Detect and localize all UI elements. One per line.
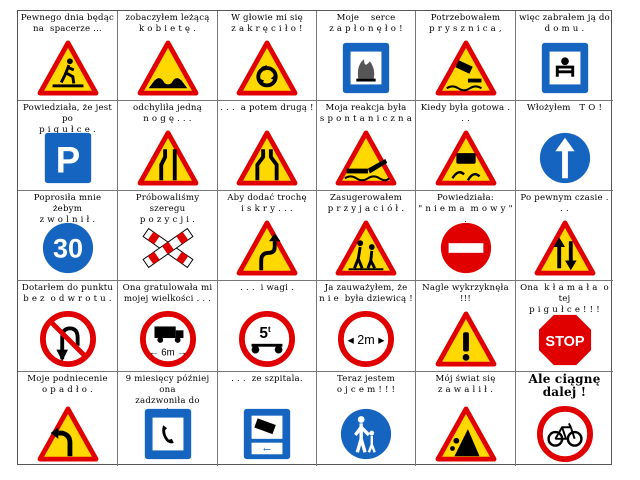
caption: Aby dodać trochę i s k r y . . . [227, 193, 307, 214]
two-way-traffic-sign [533, 220, 597, 276]
sign-cell: Nagle wykrzyknęła !!! [416, 281, 516, 372]
caption: Mój świat się z a w a l i ł . [435, 374, 496, 395]
width-limit-sign: ◂ 2m ▸ [334, 311, 398, 367]
svg-text:STOP: STOP [545, 334, 584, 350]
sign-cell: Pewnego dnia będąc na spacerze ... [18, 11, 118, 101]
car-into-water-sign [434, 40, 498, 96]
no-bicycles-sign [533, 406, 597, 462]
caption: więc zabrałem ją do d o m u . [519, 13, 610, 34]
sign-cell: odchyliła jedną n o g ę . . . [118, 101, 218, 191]
sign-cell: Kiedy była gotowa . . . [416, 101, 516, 191]
caption: . . . ze szpitala. [231, 374, 303, 384]
minimum-speed-30-sign: 30 [36, 220, 100, 276]
svg-text:←: ← [263, 444, 271, 455]
sign-cell: Dotarłem do punktu b e z o d w r o t u . [18, 281, 118, 372]
ahead-only-sign [533, 130, 597, 186]
axle-weight-limit-sign: 5t [235, 311, 299, 367]
road-narrows-right-sign [136, 130, 200, 186]
road-narrows-both-sign [235, 130, 299, 186]
hotel-sign [533, 40, 597, 96]
sign-cell: Ale ciągnę dalej ! [516, 372, 613, 466]
caption: Po pewnym czasie . . . [520, 193, 612, 214]
sign-cell: więc zabrałem ją do d o m u . [516, 11, 613, 101]
sign-cell: 9 miesięcy później ona zadzwoniła do mni… [118, 372, 218, 466]
pedestrian-warning-sign [36, 40, 100, 96]
signs-grid: Pewnego dnia będąc na spacerze ... zobacz… [17, 10, 613, 466]
drawbridge-sign [334, 130, 398, 186]
sign-cell: zobaczyłem leżącą k o b i e t ę . [118, 11, 218, 101]
caption: Dotarłem do punktu b e z o d w r o t u . [21, 283, 114, 304]
stop-sign: STOP [533, 311, 597, 367]
caption: Ale ciągnę dalej ! [528, 372, 605, 399]
children-crossing-sign [334, 220, 398, 276]
parking-sign: P [36, 130, 100, 186]
sign-cell: Moje serce z a p ł o n ę ł o ! [317, 11, 416, 101]
sign-cell: Po pewnym czasie . . . [516, 191, 613, 281]
caption: . . . a potem drugą ! [220, 103, 314, 113]
vehicle-length-limit-sign: ← 6m → [136, 311, 200, 367]
caption: W głowie mi się z a k r ę c i ł o ! [231, 13, 303, 34]
caption: Włożyłem T O ! [526, 103, 603, 113]
sign-cell: Teraz jestem o j c e m ! ! ! [317, 372, 416, 466]
caption: Moje podniecenie o p a d ł o . [27, 374, 108, 395]
no-entry-sign [434, 220, 498, 276]
caption: Ona gratulowała mi mojej wielkości . . . [122, 283, 213, 304]
svg-text:P: P [55, 139, 79, 180]
sign-cell: Moja reakcja była s p o n t a n i c z n … [317, 101, 416, 191]
double-bend-sign [235, 220, 299, 276]
railway-crossing-sign [136, 220, 200, 276]
sign-cell: . . . i wagi . 5t [218, 281, 317, 372]
sign-cell: Próbowaliśmy szeregu p o z y c j i . [118, 191, 218, 281]
sign-cell: Ona k ł a m a ł a o tej p i g u ł c e ! … [516, 281, 613, 372]
ambulance-sign: ← [235, 406, 299, 462]
sign-cell: Potrzebowałem p r y s z n i c a , [416, 11, 516, 101]
sign-cell: Powiedziała: " n i e m a m o w y " . [416, 191, 516, 281]
sign-cell: Zasugerowałem p r z y j a c i ó ł . [317, 191, 416, 281]
svg-text:30: 30 [52, 234, 82, 264]
caption: Kiedy była gotowa . . . [420, 103, 514, 124]
slippery-road-sign [434, 130, 498, 186]
caption: Zasugerowałem p r z y j a c i ó ł . [327, 193, 405, 214]
sign-cell: . . . a potem drugą ! [218, 101, 317, 191]
fire-extinguisher-sign [334, 40, 398, 96]
pedestrian-path-sign [334, 406, 398, 462]
sign-cell: Ona gratulowała mi mojej wielkości . . .… [118, 281, 218, 372]
no-u-turn-sign [36, 311, 100, 367]
sign-cell: Aby dodać trochę i s k r y . . . [218, 191, 317, 281]
danger-sign [434, 311, 498, 367]
sign-cell: W głowie mi się z a k r ę c i ł o ! [218, 11, 317, 101]
sign-cell: Włożyłem T O ! [516, 101, 613, 191]
sign-cell: Poprosiła mnie żebym z w o l n i ł . 30 [18, 191, 118, 281]
caption: Moje serce z a p ł o n ę ł o ! [329, 13, 403, 34]
curve-left-sign [36, 406, 100, 462]
caption: zobaczyłem leżącą k o b i e t ę . [125, 13, 210, 34]
sign-cell: . . . ze szpitala. ← [218, 372, 317, 466]
caption: Nagle wykrzyknęła !!! [422, 283, 512, 304]
sign-cell: Ja zauważyłem, że n i e była dziewicą ! ◂… [317, 281, 416, 372]
caption: odchyliła jedną n o g ę . . . [133, 103, 202, 124]
caption: Pewnego dnia będąc na spacerze ... [20, 13, 115, 34]
telephone-sign [136, 406, 200, 462]
roundabout-warning-sign [235, 40, 299, 96]
svg-text:← 6m →: ← 6m → [148, 347, 186, 358]
falling-rocks-sign [434, 406, 498, 462]
sign-cell: Powiedziała, że jest po p i g u ł c e .P [18, 101, 118, 191]
bumpy-road-sign [136, 40, 200, 96]
caption: Ja zauważyłem, że n i e była dziewicą ! [319, 283, 413, 304]
caption: . . . i wagi . [240, 283, 294, 293]
caption: Teraz jestem o j c e m ! ! ! [336, 374, 396, 395]
svg-text:◂ 2m ▸: ◂ 2m ▸ [348, 333, 386, 347]
sign-cell: Mój świat się z a w a l i ł . [416, 372, 516, 466]
caption: Potrzebowałem p r y s z n i c a , [429, 13, 502, 34]
sign-cell: Moje podniecenie o p a d ł o . [18, 372, 118, 466]
